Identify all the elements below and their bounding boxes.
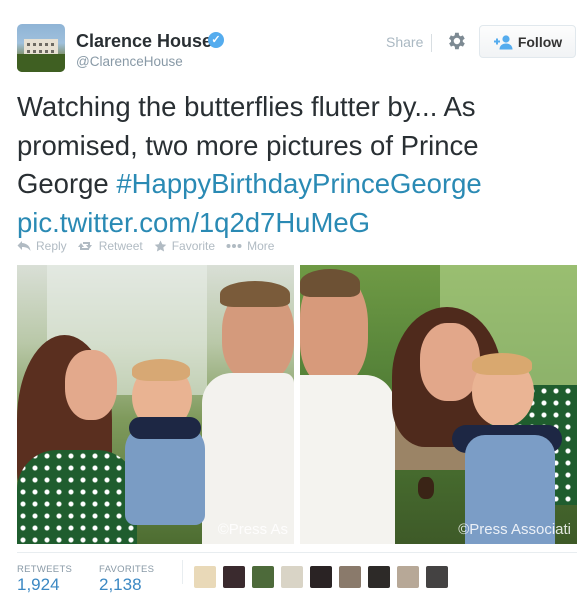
- favoriter-avatar[interactable]: [194, 566, 216, 588]
- more-label: More: [247, 239, 275, 253]
- photo-woman-face: [65, 350, 117, 420]
- tweet-actions: Reply Retweet Favorite More: [17, 238, 285, 254]
- retweets-count[interactable]: 1,924: [17, 575, 60, 595]
- favorites-label: FAVORITES: [99, 564, 155, 575]
- tweet-text: Watching the butterflies flutter by... A…: [17, 88, 577, 242]
- reply-action[interactable]: Reply: [17, 239, 67, 253]
- star-icon: [154, 240, 167, 252]
- reply-label: Reply: [36, 239, 67, 253]
- tweet-photo-2[interactable]: ©Press Associati: [300, 265, 577, 544]
- account-name[interactable]: Clarence House: [76, 31, 212, 52]
- stats-divider: [17, 552, 577, 553]
- retweets-label: RETWEETS: [17, 564, 73, 575]
- more-icon: [226, 244, 242, 248]
- tweet-photo-1[interactable]: ©Press As: [17, 265, 294, 544]
- retweet-label: Retweet: [98, 239, 143, 253]
- header-divider: [431, 34, 432, 52]
- photo-man-shirt: [300, 375, 395, 544]
- photo-man-hair: [300, 269, 360, 297]
- favoriter-avatar[interactable]: [397, 566, 419, 588]
- add-user-icon: [493, 34, 513, 49]
- photo-baby-hair: [472, 353, 532, 375]
- hashtag-link[interactable]: #HappyBirthdayPrinceGeorge: [116, 168, 481, 199]
- gear-icon[interactable]: [445, 30, 467, 52]
- favoriter-avatar[interactable]: [426, 566, 448, 588]
- photo-butterfly: [418, 477, 434, 499]
- favoriter-avatar[interactable]: [339, 566, 361, 588]
- photo-baby-hair: [132, 359, 190, 381]
- photo-man-shirt: [202, 373, 294, 544]
- photo-man-hair: [220, 281, 290, 307]
- favoriter-avatar[interactable]: [281, 566, 303, 588]
- photo-watermark-1: ©Press As: [217, 521, 288, 538]
- verified-badge-icon: ✓: [208, 32, 224, 48]
- more-action[interactable]: More: [226, 239, 274, 253]
- favoriter-avatar[interactable]: [368, 566, 390, 588]
- photo-woman-dress: [17, 450, 137, 544]
- retweet-action[interactable]: Retweet: [77, 239, 143, 253]
- favoriter-avatar[interactable]: [223, 566, 245, 588]
- media-link[interactable]: pic.twitter.com/1q2d7HuMeG: [17, 207, 370, 238]
- avatar-trees: [17, 54, 65, 72]
- photo-baby-overalls: [125, 425, 205, 525]
- reply-icon: [17, 241, 31, 251]
- share-button[interactable]: Share: [386, 34, 423, 50]
- follow-button[interactable]: Follow: [479, 25, 576, 58]
- photo-woman-face: [420, 323, 480, 401]
- avatar[interactable]: [17, 24, 65, 72]
- favorites-count[interactable]: 2,138: [99, 575, 142, 595]
- favoriter-avatar[interactable]: [310, 566, 332, 588]
- favoriter-avatar[interactable]: [252, 566, 274, 588]
- retweet-icon: [77, 242, 92, 250]
- photo-baby-shirt: [129, 417, 201, 439]
- favorite-label: Favorite: [171, 239, 216, 253]
- stats-vertical-divider: [182, 560, 183, 584]
- account-handle[interactable]: @ClarenceHouse: [76, 54, 183, 69]
- photo-watermark-2: ©Press Associati: [458, 521, 571, 538]
- favorite-action[interactable]: Favorite: [154, 239, 215, 253]
- follow-label: Follow: [517, 33, 563, 50]
